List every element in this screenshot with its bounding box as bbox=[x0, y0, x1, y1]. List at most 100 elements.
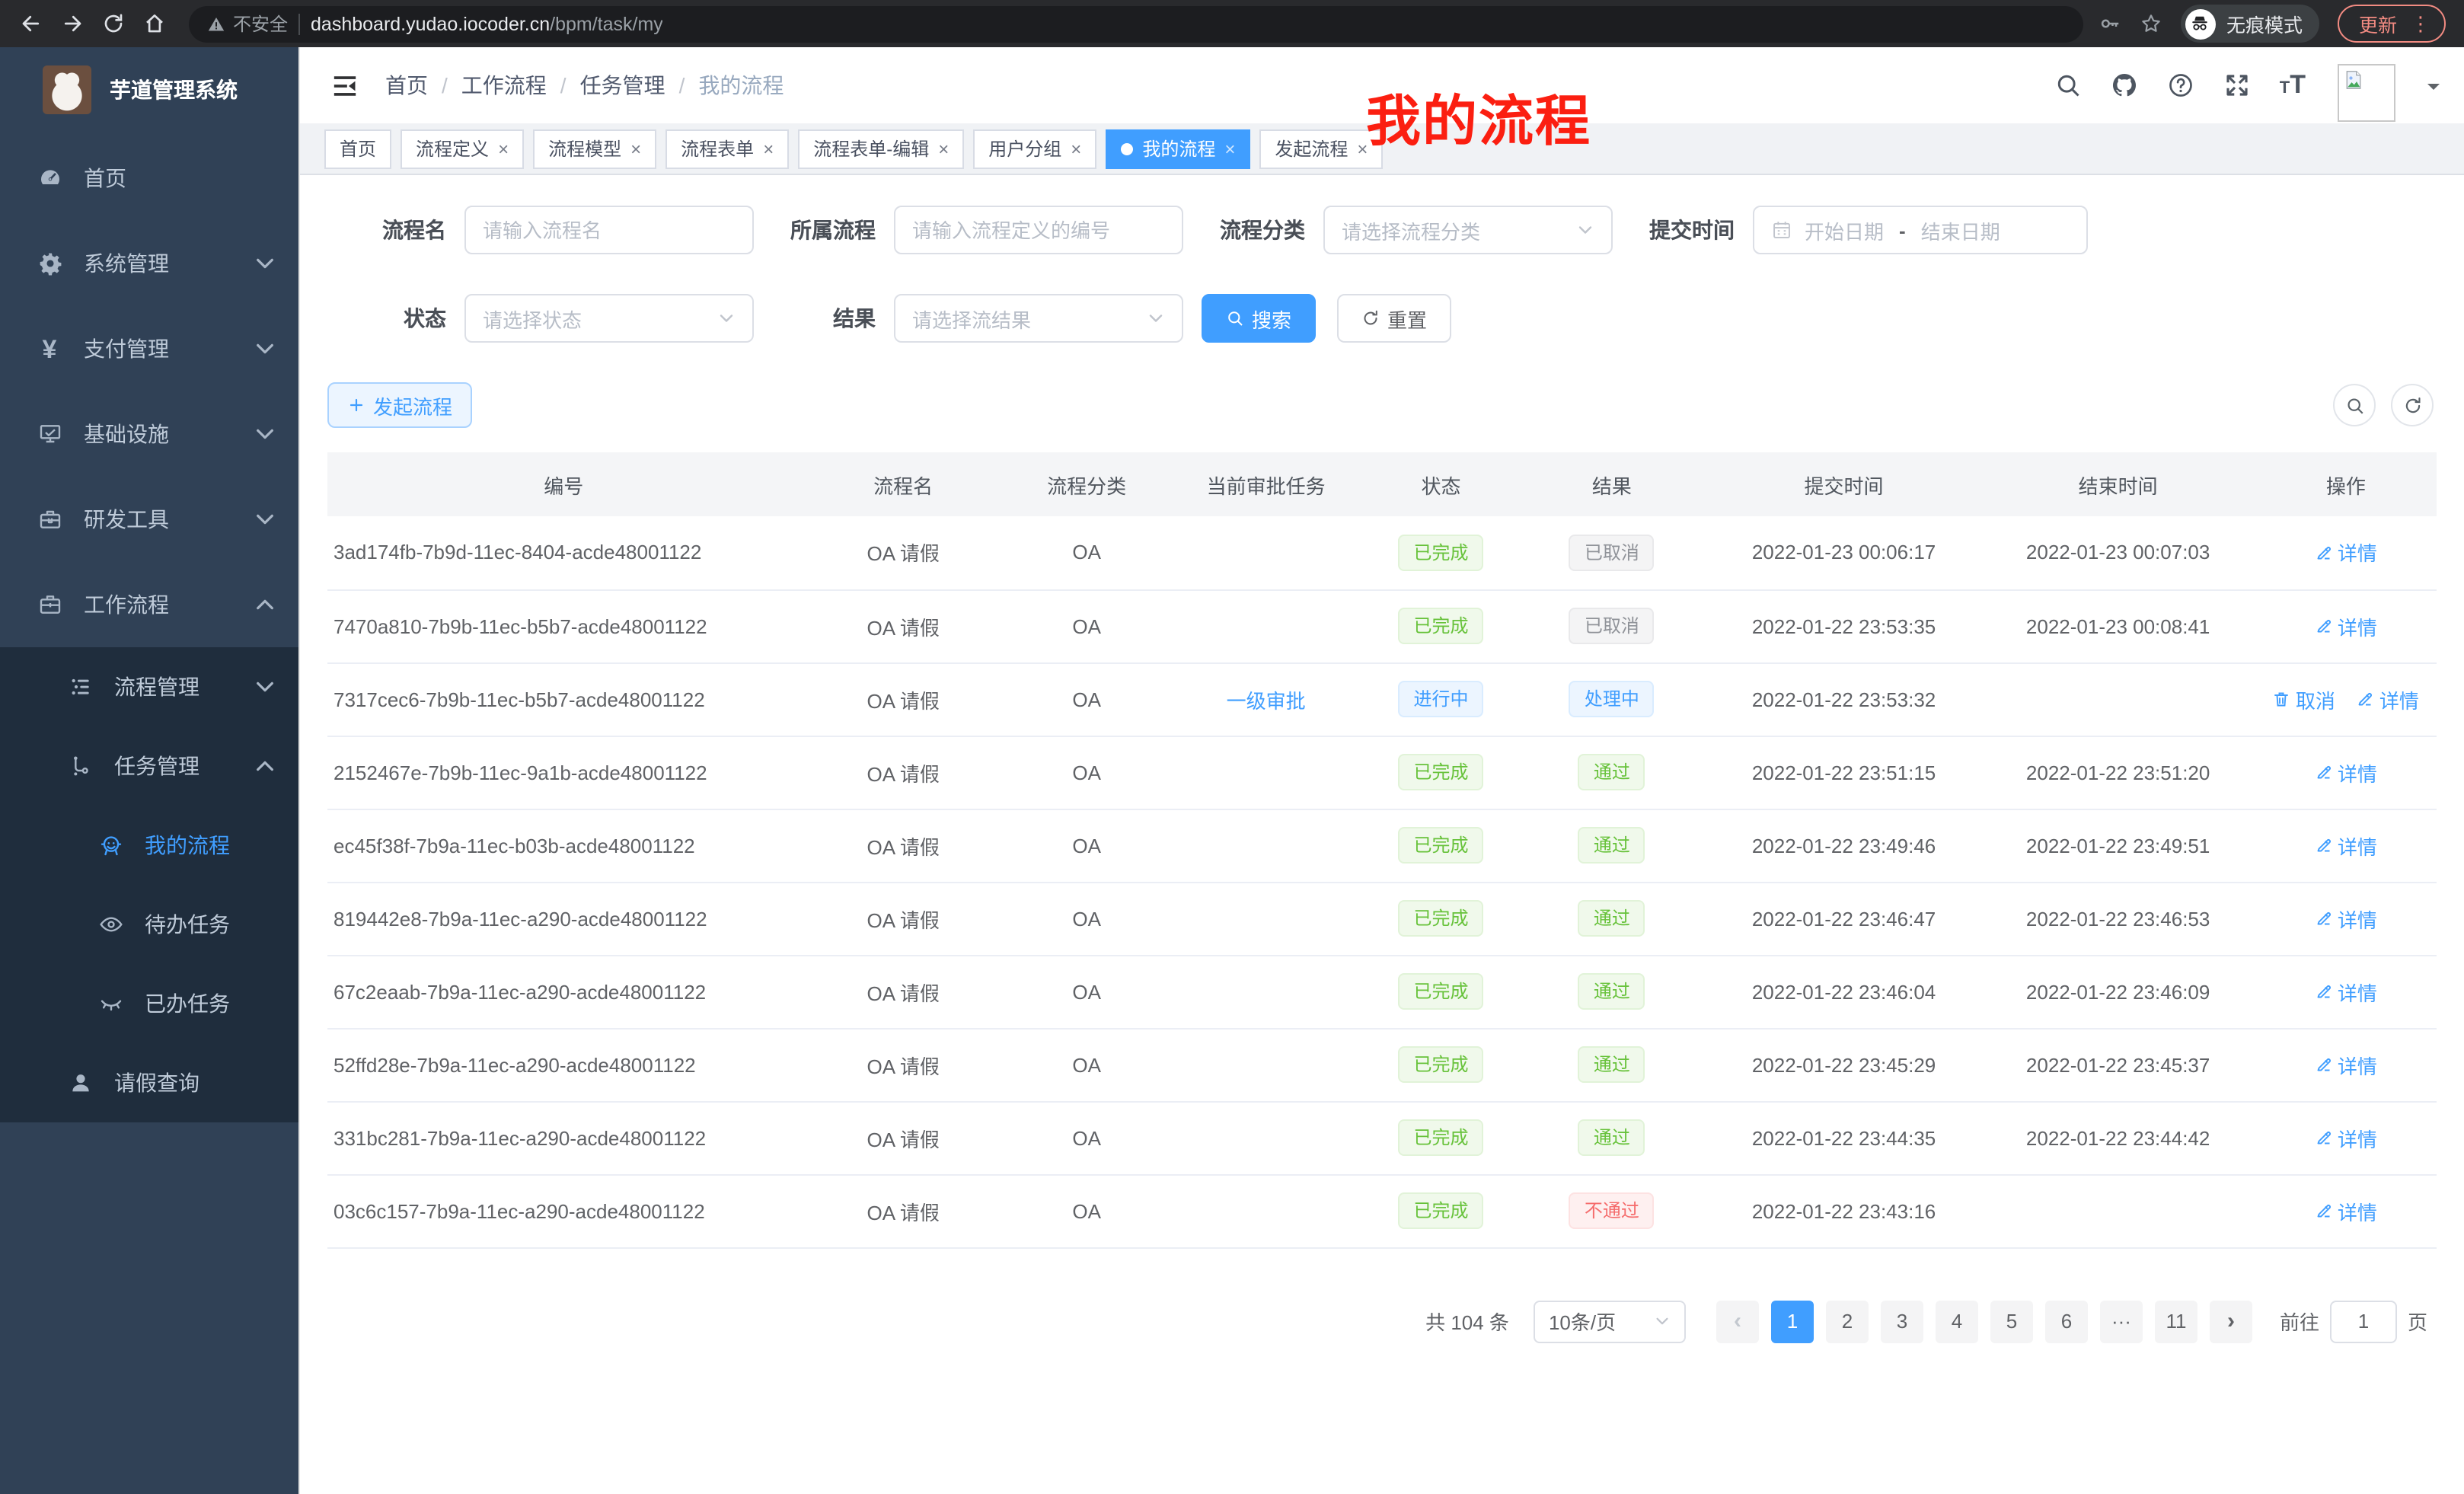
tab-流程表单-编辑[interactable]: 流程表单-编辑× bbox=[798, 129, 964, 168]
create-process-button[interactable]: 发起流程 bbox=[327, 382, 472, 428]
sidebar-item-process-mgmt[interactable]: 流程管理 bbox=[0, 647, 298, 726]
detail-link[interactable]: 详情 bbox=[2315, 758, 2377, 787]
status-badge: 已完成 bbox=[1398, 973, 1483, 1010]
avatar-caret-icon[interactable] bbox=[2427, 84, 2440, 96]
sidebar-item-payment[interactable]: ¥支付管理 bbox=[0, 306, 298, 391]
cell-end-time: 2022-01-22 23:49:51 bbox=[1981, 809, 2255, 882]
detail-link[interactable]: 详情 bbox=[2315, 831, 2377, 860]
more-pages-button[interactable]: ··· bbox=[2100, 1300, 2143, 1342]
cell-category: OA bbox=[1007, 1028, 1167, 1101]
show-search-button[interactable] bbox=[2333, 384, 2376, 426]
breadcrumb-item[interactable]: 工作流程 bbox=[461, 70, 547, 101]
page-button-3[interactable]: 3 bbox=[1881, 1300, 1923, 1342]
close-icon[interactable]: × bbox=[630, 139, 641, 158]
sidebar-item-done-task[interactable]: 已办任务 bbox=[0, 964, 298, 1043]
browser-menu-icon[interactable]: ⋮ bbox=[2411, 14, 2430, 34]
detail-link[interactable]: 详情 bbox=[2315, 1050, 2377, 1079]
sidebar-item-todo-task[interactable]: 待办任务 bbox=[0, 885, 298, 964]
detail-link[interactable]: 详情 bbox=[2315, 1196, 2377, 1225]
cell-category: OA bbox=[1007, 589, 1167, 662]
bookmark-star-icon[interactable] bbox=[2140, 12, 2162, 35]
forward-button[interactable] bbox=[53, 5, 91, 43]
column-header: 提交时间 bbox=[1707, 452, 1981, 516]
github-icon[interactable] bbox=[2111, 72, 2138, 99]
tab-用户分组[interactable]: 用户分组× bbox=[973, 129, 1096, 168]
sidebar-item-home[interactable]: 首页 bbox=[0, 136, 298, 221]
cancel-link[interactable]: 取消 bbox=[2273, 685, 2335, 713]
cell-process-name: OA 请假 bbox=[800, 1174, 1006, 1247]
close-icon[interactable]: × bbox=[763, 139, 774, 158]
date-range-picker[interactable]: 开始日期 - 结束日期 bbox=[1753, 206, 2088, 254]
refresh-table-button[interactable] bbox=[2391, 384, 2434, 426]
detail-link[interactable]: 详情 bbox=[2315, 1123, 2377, 1152]
address-bar[interactable]: 不安全 dashboard.yudao.iocoder.cn/bpm/task/… bbox=[189, 5, 2083, 42]
status-select[interactable]: 请选择状态 bbox=[464, 294, 754, 343]
task-link[interactable]: 一级审批 bbox=[1227, 689, 1306, 712]
close-icon[interactable]: × bbox=[938, 139, 949, 158]
close-icon[interactable]: × bbox=[1357, 139, 1368, 158]
cell-actions: 详情 bbox=[2255, 809, 2437, 882]
help-icon[interactable] bbox=[2167, 72, 2194, 99]
cell-category: OA bbox=[1007, 955, 1167, 1028]
close-icon[interactable]: × bbox=[1071, 139, 1081, 158]
tab-首页[interactable]: 首页 bbox=[324, 129, 391, 168]
cell-result: 处理中 bbox=[1517, 662, 1706, 736]
page-button-2[interactable]: 2 bbox=[1826, 1300, 1869, 1342]
action-label: 详情 bbox=[2379, 685, 2419, 713]
sidebar-item-my-process[interactable]: 我的流程 bbox=[0, 806, 298, 885]
page-jump-input[interactable] bbox=[2330, 1300, 2397, 1342]
sidebar-item-task-mgmt[interactable]: 任务管理 bbox=[0, 726, 298, 806]
next-page-button[interactable]: › bbox=[2210, 1300, 2252, 1342]
back-button[interactable] bbox=[12, 5, 50, 43]
reload-button[interactable] bbox=[94, 5, 132, 43]
fullscreen-icon[interactable] bbox=[2223, 72, 2251, 99]
hamburger-icon[interactable] bbox=[330, 72, 359, 98]
tab-流程模型[interactable]: 流程模型× bbox=[533, 129, 656, 168]
app-logo[interactable]: 芋道管理系统 bbox=[0, 47, 298, 132]
page-button-5[interactable]: 5 bbox=[1990, 1300, 2033, 1342]
plus-icon bbox=[347, 396, 365, 414]
result-badge: 通过 bbox=[1578, 1119, 1645, 1156]
search-icon[interactable] bbox=[2054, 72, 2082, 99]
breadcrumb-item[interactable]: 任务管理 bbox=[580, 70, 665, 101]
close-icon[interactable]: × bbox=[498, 139, 509, 158]
category-select[interactable]: 请选择流程分类 bbox=[1323, 206, 1613, 254]
tab-我的流程[interactable]: 我的流程× bbox=[1106, 129, 1250, 168]
font-size-icon[interactable]: TT bbox=[2280, 70, 2306, 101]
detail-link[interactable]: 详情 bbox=[2357, 685, 2419, 713]
password-key-icon[interactable] bbox=[2099, 12, 2121, 35]
browser-update-button[interactable]: 更新 ⋮ bbox=[2338, 5, 2446, 43]
page-size-select[interactable]: 10条/页 bbox=[1534, 1300, 1686, 1342]
prev-page-button[interactable]: ‹ bbox=[1716, 1300, 1759, 1342]
search-button[interactable]: 搜索 bbox=[1202, 294, 1316, 343]
home-button[interactable] bbox=[136, 5, 174, 43]
sidebar-item-devtools[interactable]: 研发工具 bbox=[0, 477, 298, 562]
result-badge: 已取消 bbox=[1569, 608, 1655, 644]
page-button-1[interactable]: 1 bbox=[1771, 1300, 1814, 1342]
process-definition-input[interactable] bbox=[912, 219, 1165, 241]
sidebar-item-system[interactable]: 系统管理 bbox=[0, 221, 298, 306]
tab-流程定义[interactable]: 流程定义× bbox=[401, 129, 524, 168]
sidebar-item-leave-query[interactable]: 请假查询 bbox=[0, 1043, 298, 1122]
page-button-4[interactable]: 4 bbox=[1936, 1300, 1978, 1342]
page-button-6[interactable]: 6 bbox=[2045, 1300, 2088, 1342]
tab-发起流程[interactable]: 发起流程× bbox=[1259, 129, 1383, 168]
close-icon[interactable]: × bbox=[1224, 139, 1235, 158]
breadcrumb-item[interactable]: 首页 bbox=[385, 70, 428, 101]
avatar[interactable] bbox=[2338, 64, 2395, 122]
page-button-11[interactable]: 11 bbox=[2155, 1300, 2197, 1342]
tab-流程表单[interactable]: 流程表单× bbox=[665, 129, 789, 168]
detail-link[interactable]: 详情 bbox=[2315, 538, 2377, 567]
sidebar-item-workflow[interactable]: 工作流程 bbox=[0, 562, 298, 647]
cell-status: 已完成 bbox=[1365, 516, 1517, 589]
process-name-input[interactable] bbox=[483, 219, 736, 241]
result-select[interactable]: 请选择流结果 bbox=[894, 294, 1183, 343]
detail-link[interactable]: 详情 bbox=[2315, 977, 2377, 1006]
reset-button[interactable]: 重置 bbox=[1337, 294, 1451, 343]
chevron-up-icon bbox=[251, 592, 277, 617]
sidebar-item-infra[interactable]: 基础设施 bbox=[0, 391, 298, 477]
column-header: 流程名 bbox=[800, 452, 1006, 516]
detail-link[interactable]: 详情 bbox=[2315, 611, 2377, 640]
security-chip[interactable]: 不安全 bbox=[207, 11, 288, 37]
detail-link[interactable]: 详情 bbox=[2315, 904, 2377, 933]
